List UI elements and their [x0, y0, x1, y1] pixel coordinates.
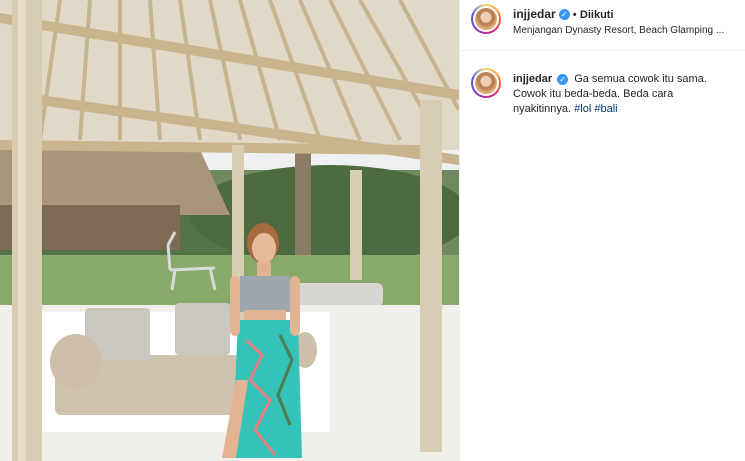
- hashtag-link[interactable]: #bali: [594, 103, 617, 115]
- verified-badge-icon: ✓: [558, 9, 570, 21]
- caption-avatar[interactable]: [471, 68, 501, 98]
- post-header: injjedar ✓ • Diikuti Menjangan Dynasty Res…: [460, 0, 745, 51]
- verified-badge-icon: ✓: [557, 73, 569, 85]
- post-photo-illustration: [0, 0, 459, 461]
- post-caption: injjedar ✓ Ga semua cowok itu sama. Cowok…: [513, 72, 723, 117]
- following-button[interactable]: Diikuti: [580, 9, 614, 21]
- header-user-line: injjedar ✓ • Diikuti: [513, 7, 614, 21]
- hashtag-link[interactable]: #lol: [574, 103, 591, 115]
- caption-username-link[interactable]: injjedar: [513, 73, 552, 85]
- location-link[interactable]: Menjangan Dynasty Resort, Beach Glamping…: [513, 25, 735, 36]
- separator-dot: •: [572, 9, 577, 21]
- post-photo[interactable]: [0, 0, 459, 461]
- post-side-panel: injjedar ✓ • Diikuti Menjangan Dynasty Res…: [459, 0, 745, 461]
- username-link[interactable]: injjedar: [513, 7, 556, 21]
- profile-avatar[interactable]: [471, 4, 501, 34]
